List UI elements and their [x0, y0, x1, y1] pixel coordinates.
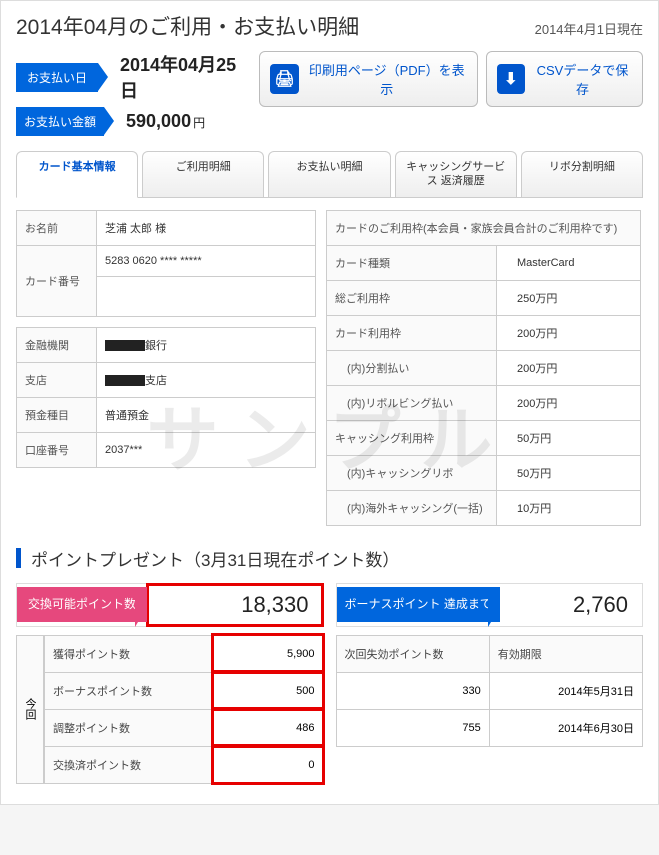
payment-date-label: お支払い日: [16, 63, 98, 92]
this-time-label: 今回: [16, 635, 44, 784]
tab-usage[interactable]: ご利用明細: [142, 151, 264, 197]
bonus-points-value: 2,760: [500, 584, 642, 626]
credit-limit-table: カードのご利用枠(本会員・家族会員合計のご利用枠です) カード種類MasterC…: [326, 210, 641, 526]
tab-cashing[interactable]: キャッシングサービス 返済履歴: [395, 151, 517, 197]
print-pdf-button[interactable]: 🖨 印刷用ページ（PDF）を表示: [259, 51, 477, 107]
csv-export-button[interactable]: ⬇ CSVデータで保存: [486, 51, 643, 107]
points-breakdown-table: 獲得ポイント数5,900 ボーナスポイント数500 調整ポイント数486 交換済…: [44, 635, 324, 784]
points-section-title: ポイントプレゼント（3月31日現在ポイント数）: [31, 546, 399, 571]
payment-amount-value: 590,000円: [126, 111, 205, 132]
redeemable-points-box: 交換可能ポイント数 18,330: [16, 583, 324, 627]
bank-info-table: 金融機関銀行 支店支店 預金種目普通預金 口座番号2037***: [16, 327, 316, 468]
redeemable-points-label: 交換可能ポイント数: [17, 587, 147, 623]
download-icon: ⬇: [497, 64, 525, 94]
expiry-table: 次回失効ポイント数有効期限 3302014年5月31日 7552014年6月30…: [336, 635, 644, 747]
print-pdf-label: 印刷用ページ（PDF）を表示: [307, 60, 467, 98]
tab-payment[interactable]: お支払い明細: [268, 151, 390, 197]
bonus-points-label: ボーナスポイント 達成まで: [337, 587, 500, 623]
account-info-table: お名前芝浦 太郎 様 カード番号5283 0620 **** *****: [16, 210, 316, 317]
page-title: 2014年04月のご利用・お支払い明細: [16, 11, 359, 41]
payment-date-value: 2014年04月25日: [120, 51, 243, 103]
tab-revolving[interactable]: リボ分割明細: [521, 151, 643, 197]
bonus-points-box: ボーナスポイント 達成まで 2,760: [336, 583, 644, 627]
section-accent: [16, 548, 21, 568]
as-of-date: 2014年4月1日現在: [535, 19, 643, 38]
tab-card-info[interactable]: カード基本情報: [16, 151, 138, 198]
redeemable-points-value: 18,330: [147, 584, 323, 626]
csv-export-label: CSVデータで保存: [533, 60, 632, 98]
payment-amount-label: お支払い金額: [16, 107, 104, 136]
printer-icon: 🖨: [270, 64, 298, 94]
